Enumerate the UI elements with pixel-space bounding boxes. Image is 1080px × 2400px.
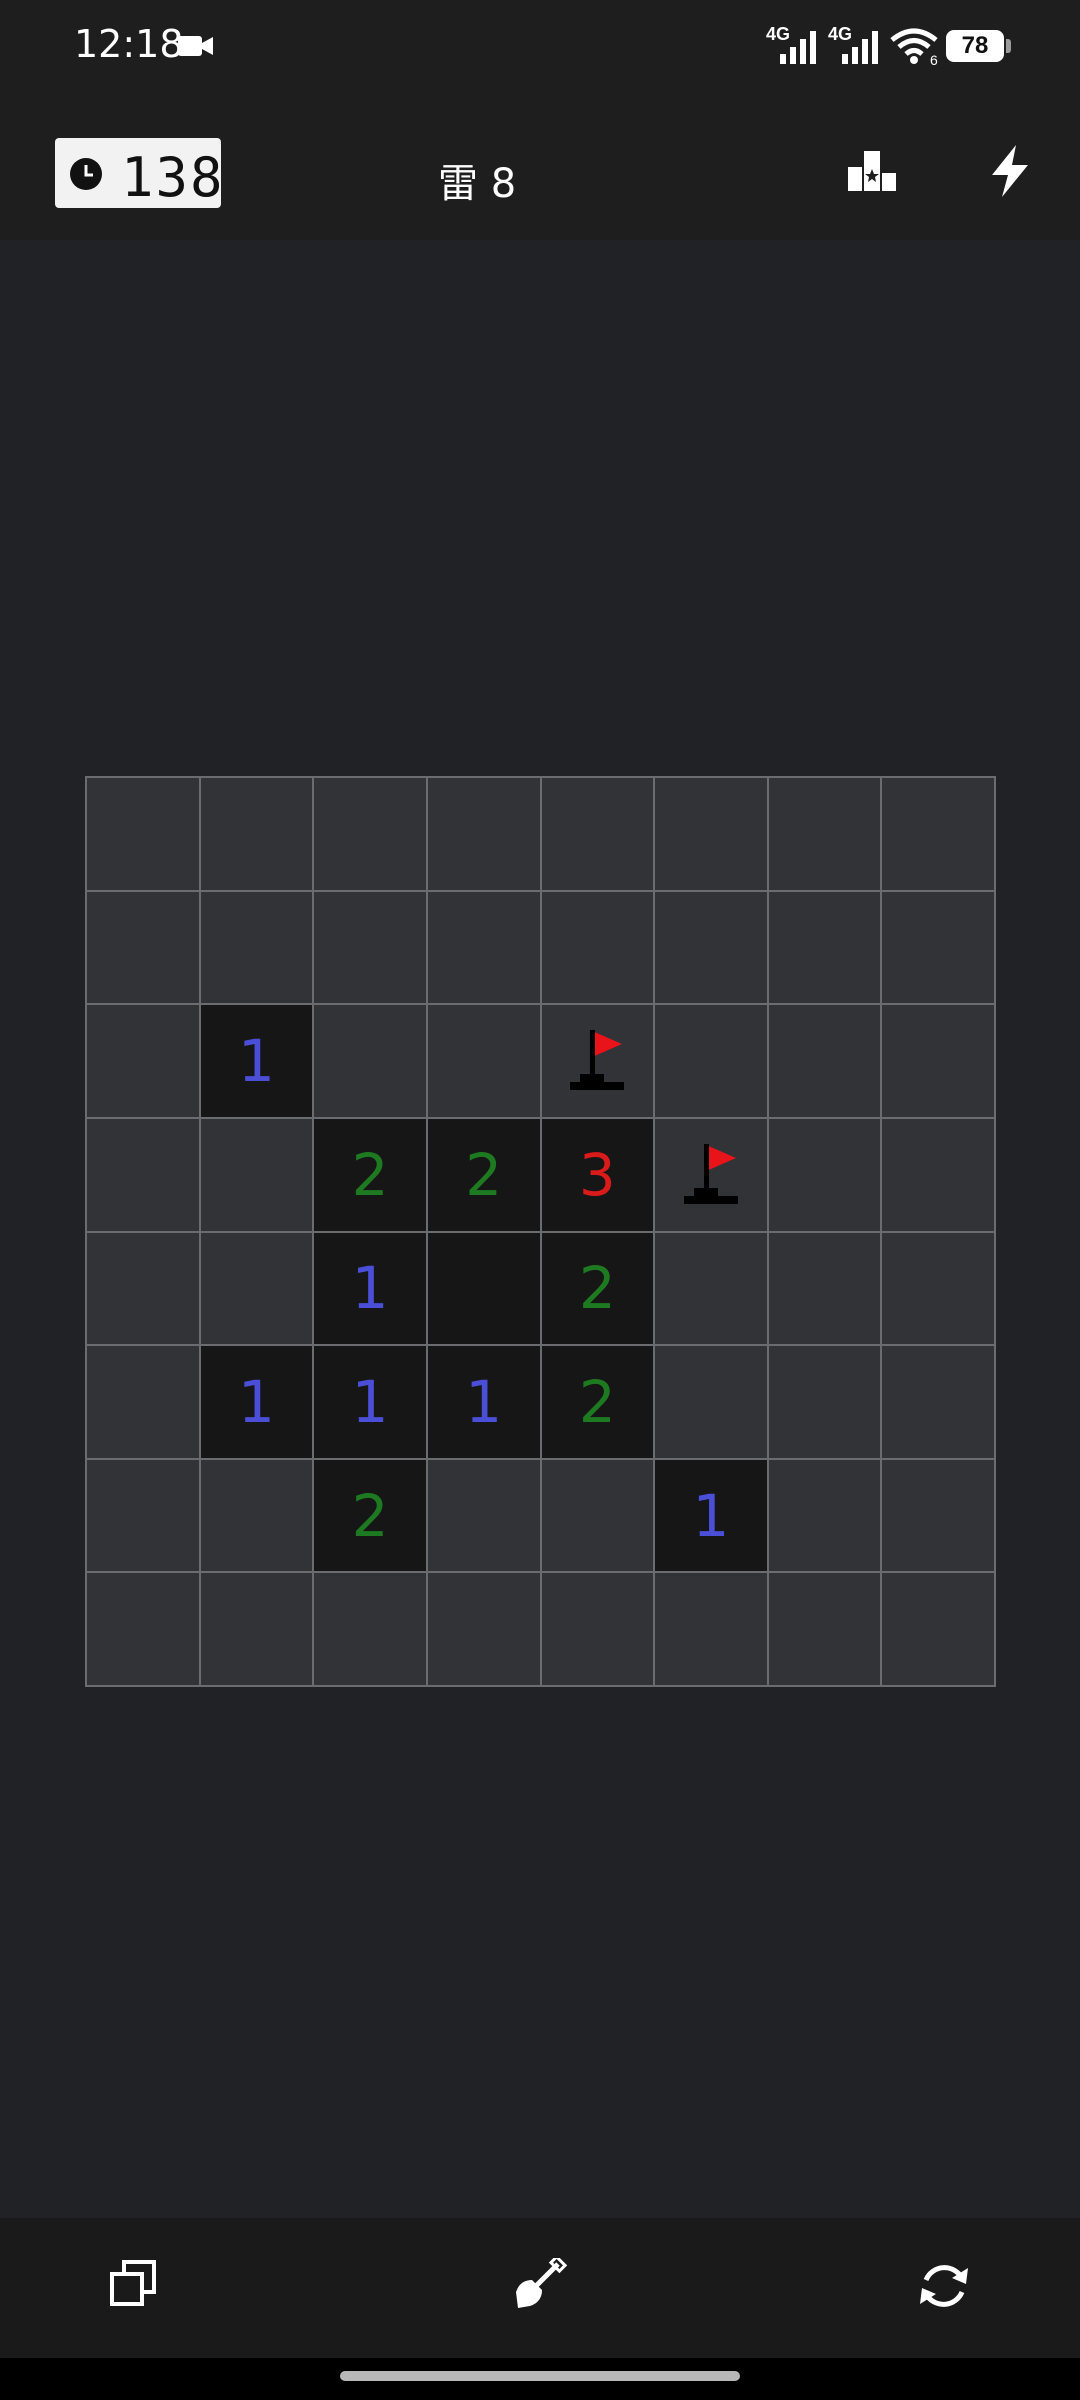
cell-hidden[interactable] bbox=[86, 1117, 200, 1232]
copy-icon[interactable] bbox=[108, 2258, 160, 2310]
timer-value: 138 bbox=[121, 146, 225, 209]
cell-number: 3 bbox=[540, 1117, 655, 1232]
cell-hidden[interactable] bbox=[881, 1231, 995, 1346]
shovel-icon[interactable] bbox=[510, 2258, 568, 2316]
game-toolbar: 138 雷 8 bbox=[0, 95, 1080, 240]
status-time: 12:18 bbox=[74, 22, 184, 66]
cell-hidden[interactable] bbox=[426, 777, 541, 891]
cell-hidden[interactable] bbox=[767, 777, 882, 891]
minesweeper-board: 122312111221 bbox=[85, 776, 996, 1687]
cell-hidden[interactable] bbox=[199, 777, 314, 891]
cell-hidden[interactable] bbox=[881, 1004, 995, 1118]
cell-hidden[interactable] bbox=[654, 1345, 768, 1459]
system-nav-bar bbox=[0, 2358, 1080, 2400]
cell-flagged[interactable] bbox=[540, 1004, 655, 1118]
cell-hidden[interactable] bbox=[199, 1231, 314, 1346]
cell-number: 2 bbox=[313, 1117, 427, 1232]
signal-bars-icon bbox=[842, 31, 878, 64]
cell-revealed-empty bbox=[426, 1231, 541, 1346]
cell-hidden[interactable] bbox=[540, 1572, 655, 1686]
cell-hidden[interactable] bbox=[426, 1572, 541, 1686]
cell-hidden[interactable] bbox=[881, 777, 995, 891]
cell-hidden[interactable] bbox=[86, 1345, 200, 1459]
cell-hidden[interactable] bbox=[767, 890, 882, 1005]
cell-hidden[interactable] bbox=[426, 890, 541, 1005]
signal-bars-icon bbox=[780, 31, 816, 64]
lightning-icon[interactable] bbox=[990, 145, 1030, 197]
cell-number: 1 bbox=[199, 1345, 314, 1459]
mine-counter: 雷 8 bbox=[438, 161, 517, 207]
cell-flagged[interactable] bbox=[654, 1117, 768, 1232]
cell-hidden[interactable] bbox=[86, 1572, 200, 1686]
cell-number: 2 bbox=[540, 1231, 655, 1346]
cell-hidden[interactable] bbox=[767, 1458, 882, 1573]
cell-hidden[interactable] bbox=[881, 1345, 995, 1459]
cell-number: 1 bbox=[199, 1004, 314, 1118]
cell-number: 2 bbox=[313, 1458, 427, 1573]
cell-hidden[interactable] bbox=[654, 1004, 768, 1118]
cell-hidden[interactable] bbox=[313, 1572, 427, 1686]
clock-icon bbox=[70, 158, 102, 190]
cell-hidden[interactable] bbox=[767, 1004, 882, 1118]
cell-number: 1 bbox=[313, 1231, 427, 1346]
cell-hidden[interactable] bbox=[654, 1572, 768, 1686]
cell-hidden[interactable] bbox=[313, 1004, 427, 1118]
home-indicator[interactable] bbox=[340, 2371, 740, 2381]
cell-hidden[interactable] bbox=[881, 890, 995, 1005]
cell-number: 1 bbox=[654, 1458, 768, 1573]
cell-hidden[interactable] bbox=[767, 1345, 882, 1459]
battery-tip bbox=[1006, 39, 1011, 53]
flag-icon bbox=[683, 1143, 738, 1204]
cell-hidden[interactable] bbox=[767, 1572, 882, 1686]
restart-icon[interactable] bbox=[916, 2258, 972, 2314]
cell-hidden[interactable] bbox=[313, 890, 427, 1005]
cell-hidden[interactable] bbox=[86, 777, 200, 891]
cell-hidden[interactable] bbox=[313, 777, 427, 891]
cell-hidden[interactable] bbox=[540, 890, 655, 1005]
cell-hidden[interactable] bbox=[86, 890, 200, 1005]
cell-hidden[interactable] bbox=[199, 1458, 314, 1573]
cell-hidden[interactable] bbox=[767, 1231, 882, 1346]
status-bar: 12:18 4G 4G 6 78 bbox=[0, 0, 1080, 95]
bottom-action-bar bbox=[0, 2218, 1080, 2358]
cell-hidden[interactable] bbox=[86, 1004, 200, 1118]
cell-number: 2 bbox=[426, 1117, 541, 1232]
flag-icon bbox=[570, 1030, 625, 1091]
cell-number: 1 bbox=[426, 1345, 541, 1459]
video-recording-icon bbox=[178, 36, 213, 56]
timer: 138 bbox=[55, 138, 223, 209]
cell-hidden[interactable] bbox=[86, 1231, 200, 1346]
cell-hidden[interactable] bbox=[540, 1458, 655, 1573]
cell-number: 2 bbox=[540, 1345, 655, 1459]
wifi-badge: 6 bbox=[930, 52, 938, 66]
cell-hidden[interactable] bbox=[654, 777, 768, 891]
cell-hidden[interactable] bbox=[199, 1572, 314, 1686]
cell-hidden[interactable] bbox=[199, 890, 314, 1005]
cell-hidden[interactable] bbox=[426, 1458, 541, 1573]
cell-hidden[interactable] bbox=[881, 1117, 995, 1232]
cell-hidden[interactable] bbox=[654, 1231, 768, 1346]
battery-indicator: 78 bbox=[946, 30, 1004, 62]
cell-hidden[interactable] bbox=[881, 1458, 995, 1573]
cell-hidden[interactable] bbox=[86, 1458, 200, 1573]
cell-number: 1 bbox=[313, 1345, 427, 1459]
cell-hidden[interactable] bbox=[199, 1117, 314, 1232]
cell-hidden[interactable] bbox=[767, 1117, 882, 1232]
cell-hidden[interactable] bbox=[426, 1004, 541, 1118]
cell-hidden[interactable] bbox=[654, 890, 768, 1005]
leaderboard-icon[interactable] bbox=[848, 151, 898, 191]
wifi-icon: 6 bbox=[890, 28, 938, 66]
cell-hidden[interactable] bbox=[881, 1572, 995, 1686]
cell-hidden[interactable] bbox=[540, 777, 655, 891]
